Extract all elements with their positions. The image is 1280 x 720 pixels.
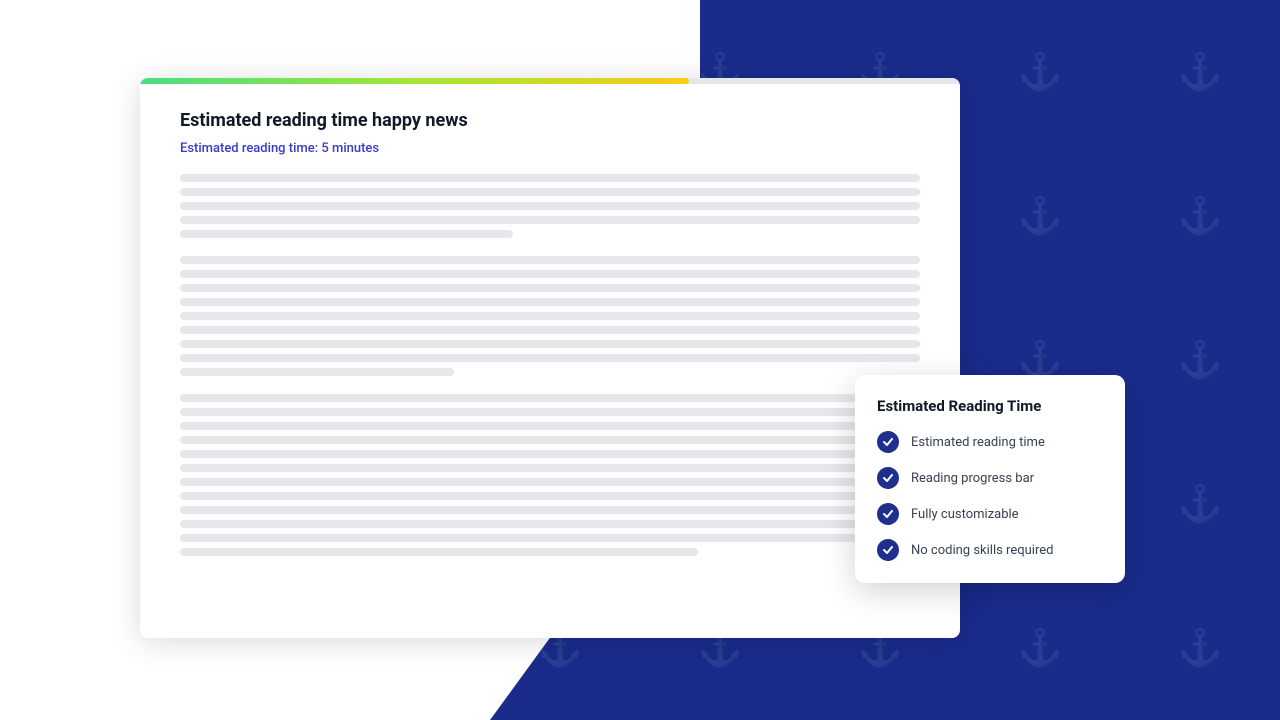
skeleton-line xyxy=(180,492,920,500)
anchor-icon: ⚓ xyxy=(1120,144,1280,288)
anchor-icon: ⚓ xyxy=(960,576,1120,720)
feature-card-title: Estimated Reading Time xyxy=(877,397,1103,415)
skeleton-line xyxy=(180,436,920,444)
feature-item-4: No coding skills required xyxy=(877,539,1103,561)
skeleton-line xyxy=(180,450,920,458)
skeleton-line xyxy=(180,408,920,416)
feature-text-1: Estimated reading time xyxy=(911,435,1045,450)
skeleton-line xyxy=(180,520,920,528)
feature-text-4: No coding skills required xyxy=(911,543,1053,558)
skeleton-line xyxy=(180,256,920,264)
skeleton-line xyxy=(180,548,698,556)
anchor-icon: ⚓ xyxy=(1120,432,1280,576)
skeleton-line xyxy=(180,422,920,430)
anchor-icon: ⚓ xyxy=(960,0,1120,144)
feature-card: Estimated Reading Time Estimated reading… xyxy=(855,375,1125,583)
feature-item-1: Estimated reading time xyxy=(877,431,1103,453)
skeleton-line xyxy=(180,230,513,238)
check-icon-4 xyxy=(877,539,899,561)
skeleton-line xyxy=(180,340,920,348)
skeleton-line xyxy=(180,506,920,514)
check-icon-3 xyxy=(877,503,899,525)
anchor-icon: ⚓ xyxy=(960,144,1120,288)
skeleton-line xyxy=(180,368,454,376)
skeleton-line xyxy=(180,312,920,320)
feature-item-3: Fully customizable xyxy=(877,503,1103,525)
skeleton-line xyxy=(180,394,920,402)
skeleton-line xyxy=(180,188,920,196)
skeleton-line xyxy=(180,464,920,472)
reading-time-label: Estimated reading time: 5 minutes xyxy=(180,141,920,156)
anchor-icon: ⚓ xyxy=(1120,576,1280,720)
skeleton-line xyxy=(180,270,920,278)
skeleton-line xyxy=(180,202,920,210)
anchor-icon: ⚓ xyxy=(1120,288,1280,432)
skeleton-line xyxy=(180,216,920,224)
check-icon-2 xyxy=(877,467,899,489)
skeleton-line xyxy=(180,174,920,182)
feature-text-3: Fully customizable xyxy=(911,507,1019,522)
skeleton-line xyxy=(180,326,920,334)
feature-item-2: Reading progress bar xyxy=(877,467,1103,489)
skeleton-text xyxy=(180,174,920,556)
skeleton-line xyxy=(180,478,920,486)
check-icon-1 xyxy=(877,431,899,453)
article-title: Estimated reading time happy news xyxy=(180,110,920,131)
skeleton-line xyxy=(180,284,920,292)
article-content: Estimated reading time happy news Estima… xyxy=(140,78,960,638)
browser-card: Estimated reading time happy news Estima… xyxy=(140,78,960,638)
skeleton-line xyxy=(180,298,920,306)
skeleton-line xyxy=(180,534,920,542)
feature-text-2: Reading progress bar xyxy=(911,471,1034,486)
progress-fill xyxy=(140,78,689,84)
skeleton-line xyxy=(180,354,920,362)
reading-progress-bar xyxy=(140,78,960,84)
anchor-icon: ⚓ xyxy=(1120,0,1280,144)
